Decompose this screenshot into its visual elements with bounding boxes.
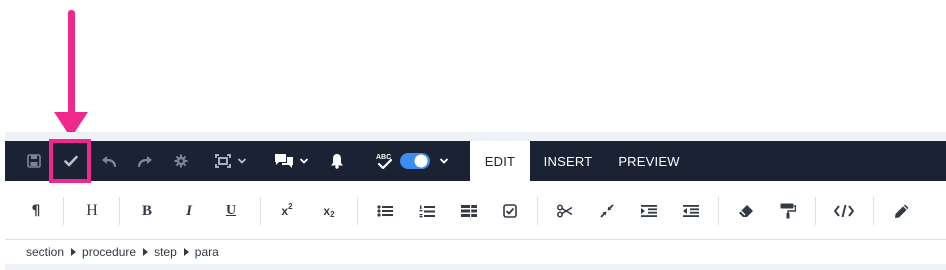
annotation-arrow-shaft (68, 10, 75, 114)
italic-button[interactable]: I (174, 195, 204, 227)
table-icon (461, 205, 477, 217)
chevron-down-icon (439, 158, 449, 164)
toolbar-divider (63, 197, 64, 225)
subscript-base: x (323, 204, 331, 218)
tab-edit[interactable]: EDIT (470, 141, 530, 181)
checklist-button[interactable] (495, 195, 525, 227)
checklist-icon (503, 204, 517, 218)
bullet-list-icon (377, 205, 393, 217)
redo-button[interactable] (133, 141, 157, 181)
breadcrumb-separator-icon (183, 248, 189, 256)
paragraph-button[interactable]: ¶ (21, 195, 51, 227)
redo-icon (137, 156, 152, 167)
toolbar-divider (357, 197, 358, 225)
fit-frame-icon (215, 154, 231, 168)
breadcrumb: section procedure step para (5, 240, 946, 264)
source-code-button[interactable] (829, 195, 859, 227)
subscript-button[interactable]: x2 (314, 195, 344, 227)
superscript-button[interactable]: x2 (272, 195, 302, 227)
collapse-icon (600, 204, 614, 218)
breadcrumb-separator-icon (71, 248, 77, 256)
spellcheck-icon: ABC (376, 154, 393, 170)
comments-dropdown[interactable] (269, 141, 313, 181)
breadcrumb-item[interactable]: procedure (82, 245, 136, 259)
annotation-highlight-box (49, 139, 91, 183)
breadcrumb-item[interactable]: section (26, 245, 64, 259)
save-icon (27, 154, 41, 168)
code-icon (834, 204, 854, 218)
breadcrumb-item[interactable]: step (154, 245, 177, 259)
toolbar-divider (718, 197, 719, 225)
outdent-button[interactable] (676, 195, 706, 227)
settings-icon (174, 154, 188, 168)
tab-preview[interactable]: PREVIEW (609, 141, 689, 181)
toolbar-divider (537, 197, 538, 225)
subscript-mark: 2 (330, 209, 335, 219)
format-toolbar: ¶ H B I U x2 x2 (5, 181, 946, 240)
toggle-switch[interactable] (399, 152, 431, 170)
indent-button[interactable] (634, 195, 664, 227)
tab-insert[interactable]: INSERT (535, 141, 601, 181)
comments-icon (274, 154, 293, 168)
toolbar-divider (260, 197, 261, 225)
underline-button[interactable]: U (216, 195, 246, 227)
clear-formatting-button[interactable] (731, 195, 761, 227)
breadcrumb-separator-icon (143, 248, 149, 256)
breadcrumb-item[interactable]: para (195, 245, 219, 259)
pencil-icon (895, 204, 909, 218)
notifications-button[interactable] (325, 141, 349, 181)
eraser-icon (739, 205, 753, 217)
bullet-list-button[interactable] (370, 195, 400, 227)
outdent-icon (683, 205, 699, 217)
bold-button[interactable]: B (132, 195, 162, 227)
numbered-list-button[interactable] (412, 195, 442, 227)
toolbar-divider (815, 197, 816, 225)
toolbar-divider (119, 197, 120, 225)
heading-button[interactable]: H (77, 195, 107, 227)
settings-button[interactable] (169, 141, 193, 181)
edit-mode-button[interactable] (887, 195, 917, 227)
save-button[interactable] (23, 141, 45, 181)
svg-text:ABC: ABC (376, 154, 391, 161)
cut-button[interactable] (550, 195, 580, 227)
indent-icon (641, 205, 657, 217)
superscript-base: x (281, 204, 289, 218)
collapse-button[interactable] (592, 195, 622, 227)
chevron-down-icon (237, 158, 247, 164)
spellcheck-toggle[interactable]: ABC (373, 141, 451, 181)
editor-frame: ABC EDIT INSERT PREVIEW ¶ H B I U x2 x 2… (5, 132, 946, 270)
notification-bell-icon (331, 154, 343, 169)
view-frame-dropdown[interactable] (210, 141, 252, 181)
chevron-down-icon (299, 158, 308, 164)
scissors-icon (557, 204, 573, 218)
toolbar-divider (873, 197, 874, 225)
format-painter-button[interactable] (773, 195, 803, 227)
numbered-list-icon (419, 205, 435, 217)
undo-button[interactable] (97, 141, 121, 181)
superscript-mark: 2 (288, 201, 293, 211)
paint-roller-icon (780, 203, 796, 219)
undo-icon (102, 156, 117, 167)
main-toolbar: ABC EDIT INSERT PREVIEW (5, 141, 946, 181)
table-button[interactable] (454, 195, 484, 227)
